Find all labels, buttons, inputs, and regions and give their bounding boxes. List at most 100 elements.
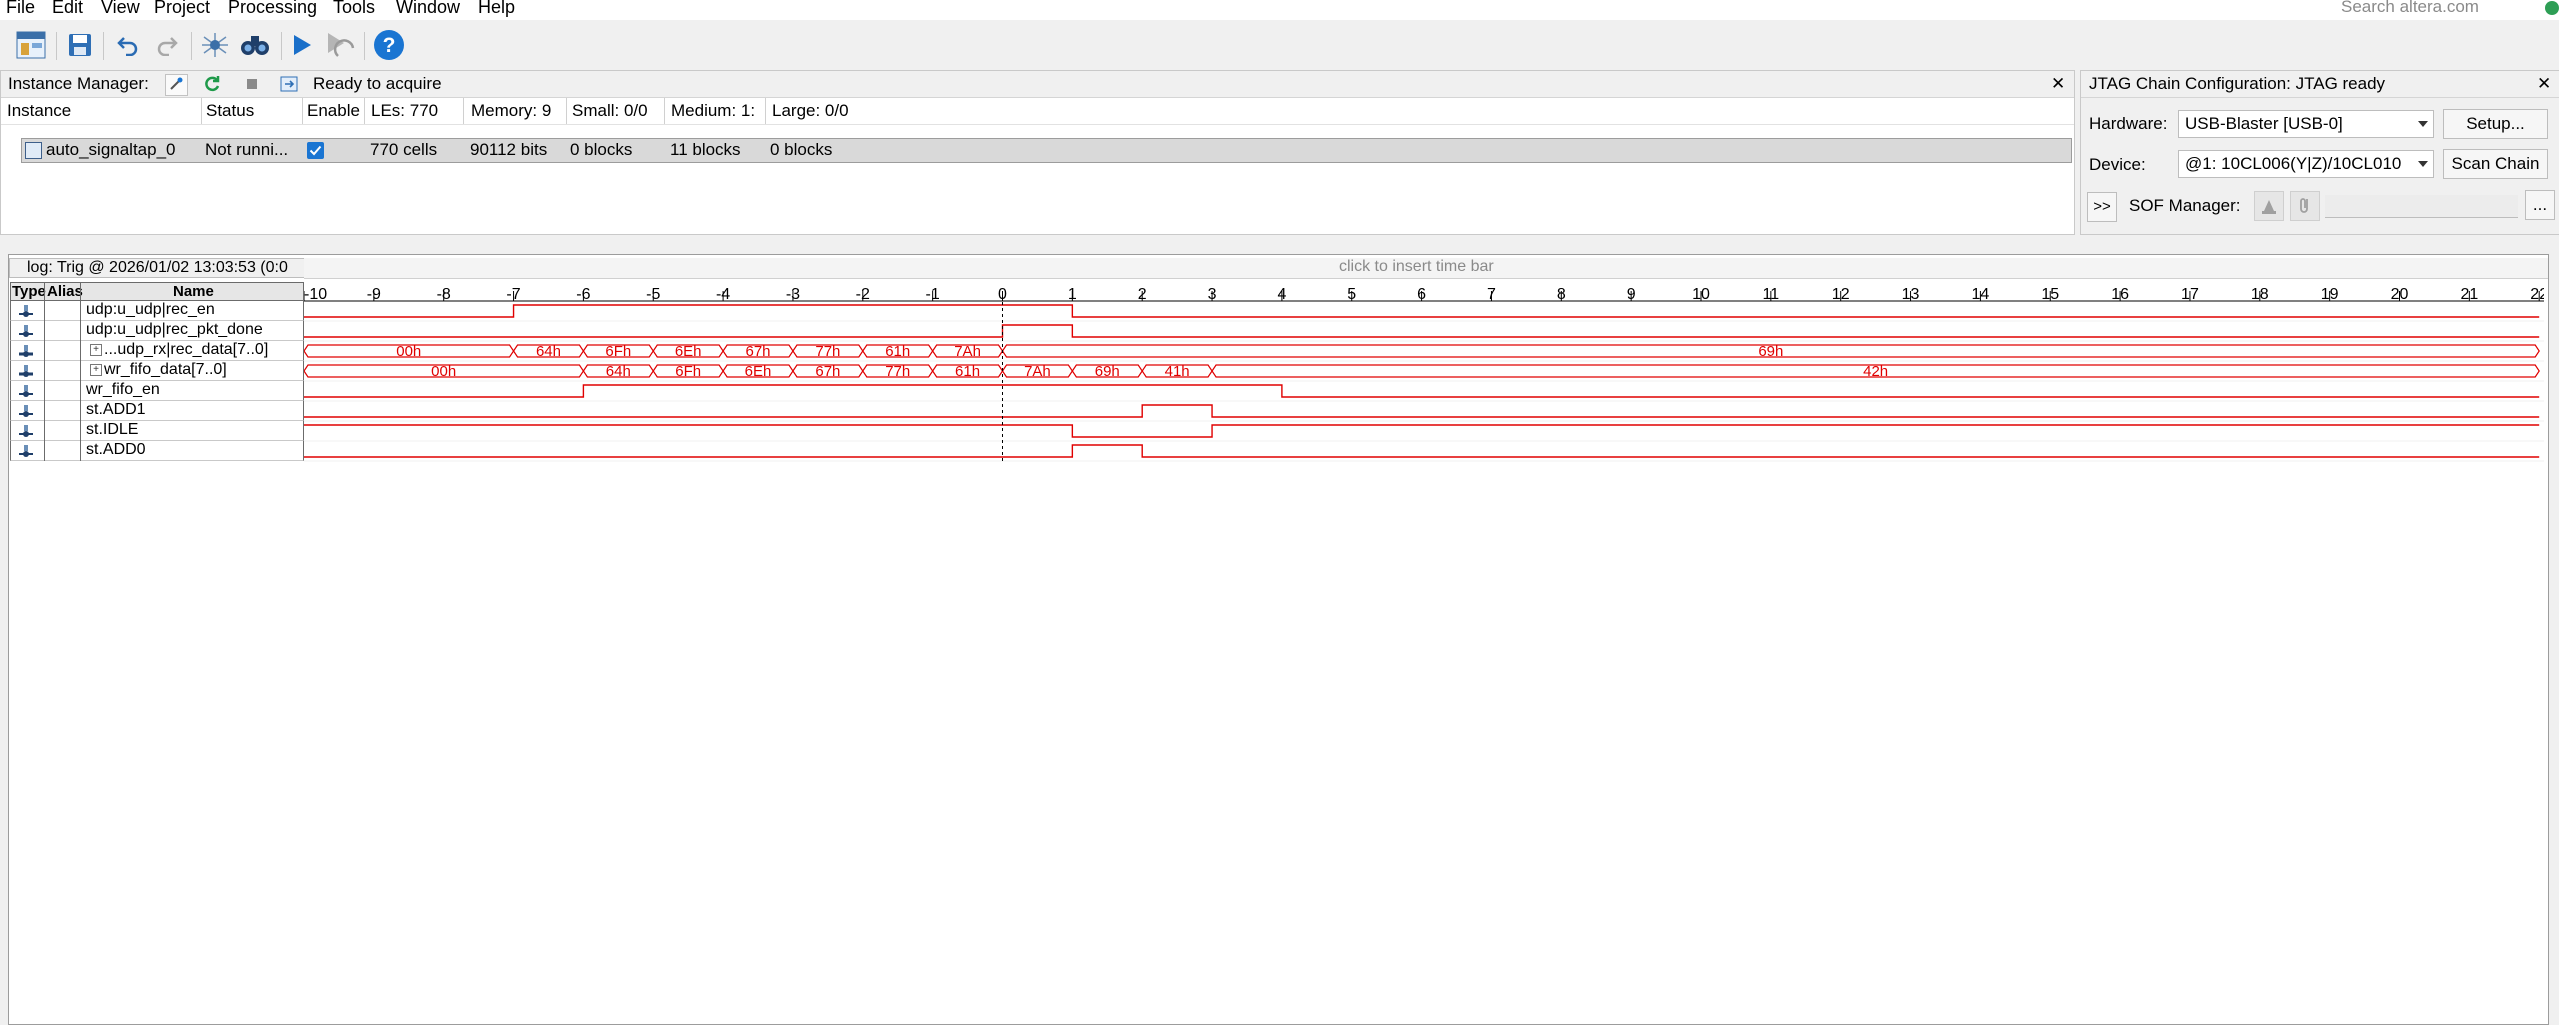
refresh-icon[interactable] xyxy=(203,75,221,98)
hardware-value: USB-Blaster [USB-0] xyxy=(2185,114,2343,133)
browse-button[interactable]: ... xyxy=(2525,190,2555,220)
bus-value-label: 7Ah xyxy=(954,343,981,360)
instance-manager-label: Instance Manager: xyxy=(8,74,149,93)
col-type[interactable]: Type xyxy=(12,283,46,300)
bit-trace xyxy=(304,304,2540,318)
chevron-down-icon xyxy=(2418,161,2428,167)
ruler-tick-label: -9 xyxy=(367,286,381,303)
instance-icon xyxy=(25,142,42,159)
instance-memory: 90112 bits xyxy=(470,140,548,159)
column-divider xyxy=(80,341,81,361)
node-finder-icon[interactable] xyxy=(198,29,232,61)
col-les[interactable]: LEs: 770 xyxy=(371,101,438,121)
signal-row[interactable]: + ...udp_rx|rec_data[7..0] xyxy=(10,341,304,361)
run-analysis-icon[interactable] xyxy=(285,29,319,61)
table-row[interactable]: auto_signaltap_0 Not runni... 770 cells … xyxy=(21,138,2072,163)
ruler-tick-label: 11 xyxy=(1763,286,1780,303)
column-divider xyxy=(201,98,202,124)
column-divider xyxy=(463,98,464,124)
column-divider xyxy=(44,301,45,321)
col-small[interactable]: Small: 0/0 xyxy=(572,101,648,121)
attach-sof-icon[interactable] xyxy=(2290,191,2320,221)
time-bar-hint: click to insert time bar xyxy=(1339,258,1494,275)
menu-tools[interactable]: Tools xyxy=(333,0,375,18)
enable-checkbox[interactable] xyxy=(307,142,324,159)
menu-file[interactable]: File xyxy=(6,0,35,18)
ruler-tick-label: -8 xyxy=(437,286,451,303)
col-memory[interactable]: Memory: 9 xyxy=(471,101,551,121)
col-instance[interactable]: Instance xyxy=(7,101,71,121)
instance-manager-icon[interactable] xyxy=(14,29,48,61)
signal-row[interactable]: st.ADD1 xyxy=(10,401,304,421)
program-device-icon[interactable] xyxy=(2254,191,2284,221)
signal-row[interactable]: wr_fifo_en xyxy=(10,381,304,401)
signal-name: st.ADD1 xyxy=(86,401,146,418)
column-divider xyxy=(44,421,45,441)
column-divider xyxy=(44,401,45,421)
instance-manager-panel: Instance Manager: Ready to acquire ✕ Ins… xyxy=(0,70,2075,235)
menu-project[interactable]: Project xyxy=(154,0,210,18)
menu-window[interactable]: Window xyxy=(396,0,460,18)
ruler-tick-label: 5 xyxy=(1347,286,1356,303)
setup-button[interactable]: Setup... xyxy=(2443,109,2548,139)
expand-button[interactable]: >> xyxy=(2087,192,2117,222)
menu-edit[interactable]: Edit xyxy=(52,0,83,18)
close-icon[interactable]: ✕ xyxy=(2537,74,2551,94)
signal-row[interactable]: udp:u_udp|rec_en xyxy=(10,301,304,321)
menu-processing[interactable]: Processing xyxy=(228,0,317,18)
close-icon[interactable]: ✕ xyxy=(2051,74,2065,94)
menu-view[interactable]: View xyxy=(101,0,140,18)
binoculars-icon[interactable] xyxy=(238,29,272,61)
column-divider xyxy=(44,283,45,300)
bus-value-label: 77h xyxy=(815,343,840,360)
instance-medium: 11 blocks xyxy=(670,140,741,159)
bus-value-label: 69h xyxy=(1095,363,1120,380)
help-icon[interactable]: ? xyxy=(372,29,406,61)
redo-icon[interactable] xyxy=(150,29,184,61)
device-select[interactable]: @1: 10CL006(Y|Z)/10CL010 xyxy=(2178,150,2434,178)
col-name[interactable]: Name xyxy=(173,283,214,300)
time-bar-strip[interactable]: click to insert time bar xyxy=(304,258,2548,279)
bus-value-label: 6Eh xyxy=(745,363,772,380)
ruler-tick-label: 18 xyxy=(2251,286,2269,303)
signal-row[interactable]: st.ADD0 xyxy=(10,441,304,461)
col-enable[interactable]: Enable xyxy=(307,101,360,121)
menu-help[interactable]: Help xyxy=(478,0,515,18)
column-divider xyxy=(302,98,303,124)
column-divider xyxy=(44,381,45,401)
log-tab[interactable]: log: Trig @ 2026/01/02 13:03:53 (0:0 xyxy=(9,258,305,278)
scan-chain-button[interactable]: Scan Chain xyxy=(2443,149,2548,179)
toolbar-divider xyxy=(191,32,192,60)
waveform-viewer[interactable]: log: Trig @ 2026/01/02 13:03:53 (0:0 cli… xyxy=(8,254,2549,1025)
hardware-select[interactable]: USB-Blaster [USB-0] xyxy=(2178,110,2434,138)
col-large[interactable]: Large: 0/0 xyxy=(772,101,849,121)
search-input[interactable]: Search altera.com xyxy=(2341,0,2541,19)
signal-row[interactable]: + wr_fifo_data[7..0] xyxy=(10,361,304,381)
signal-row[interactable]: st.IDLE xyxy=(10,421,304,441)
ruler-tick-label: -4 xyxy=(716,286,730,303)
ruler-tick-label: 17 xyxy=(2181,286,2199,303)
signal-row[interactable]: udp:u_udp|rec_pkt_done xyxy=(10,321,304,341)
col-status[interactable]: Status xyxy=(206,101,254,121)
col-alias[interactable]: Alias xyxy=(47,283,83,300)
save-icon[interactable] xyxy=(63,29,97,61)
col-medium[interactable]: Medium: 1: xyxy=(671,101,755,121)
expand-plus-icon[interactable]: + xyxy=(90,344,102,356)
bus-value-label: 00h xyxy=(396,343,421,360)
read-data-icon[interactable] xyxy=(280,75,299,98)
bus-value-label: 00h xyxy=(431,363,456,380)
stop-icon[interactable] xyxy=(247,79,257,89)
ruler-tick-label: 20 xyxy=(2391,286,2409,303)
bus-value-label: 67h xyxy=(815,363,840,380)
sof-file-input[interactable] xyxy=(2325,195,2518,218)
column-divider xyxy=(44,321,45,341)
jtag-header: JTAG Chain Configuration: JTAG ready ✕ xyxy=(2081,71,2559,98)
instance-les: 770 cells xyxy=(370,140,438,159)
expand-plus-icon[interactable]: + xyxy=(90,364,102,376)
waveform-plot[interactable]: -10 -9 -8 -7 -6 -5 -4 -3 -2 -1 0 1 2 3 4 5 6 7 8 9 10 11 12 13 1… xyxy=(304,282,2544,492)
undo-icon[interactable] xyxy=(111,29,145,61)
ruler-tick-label: 0 xyxy=(998,286,1007,303)
autodetect-icon[interactable] xyxy=(165,74,188,96)
autorun-analysis-icon[interactable] xyxy=(323,29,357,61)
hardware-label: Hardware: xyxy=(2089,114,2168,133)
